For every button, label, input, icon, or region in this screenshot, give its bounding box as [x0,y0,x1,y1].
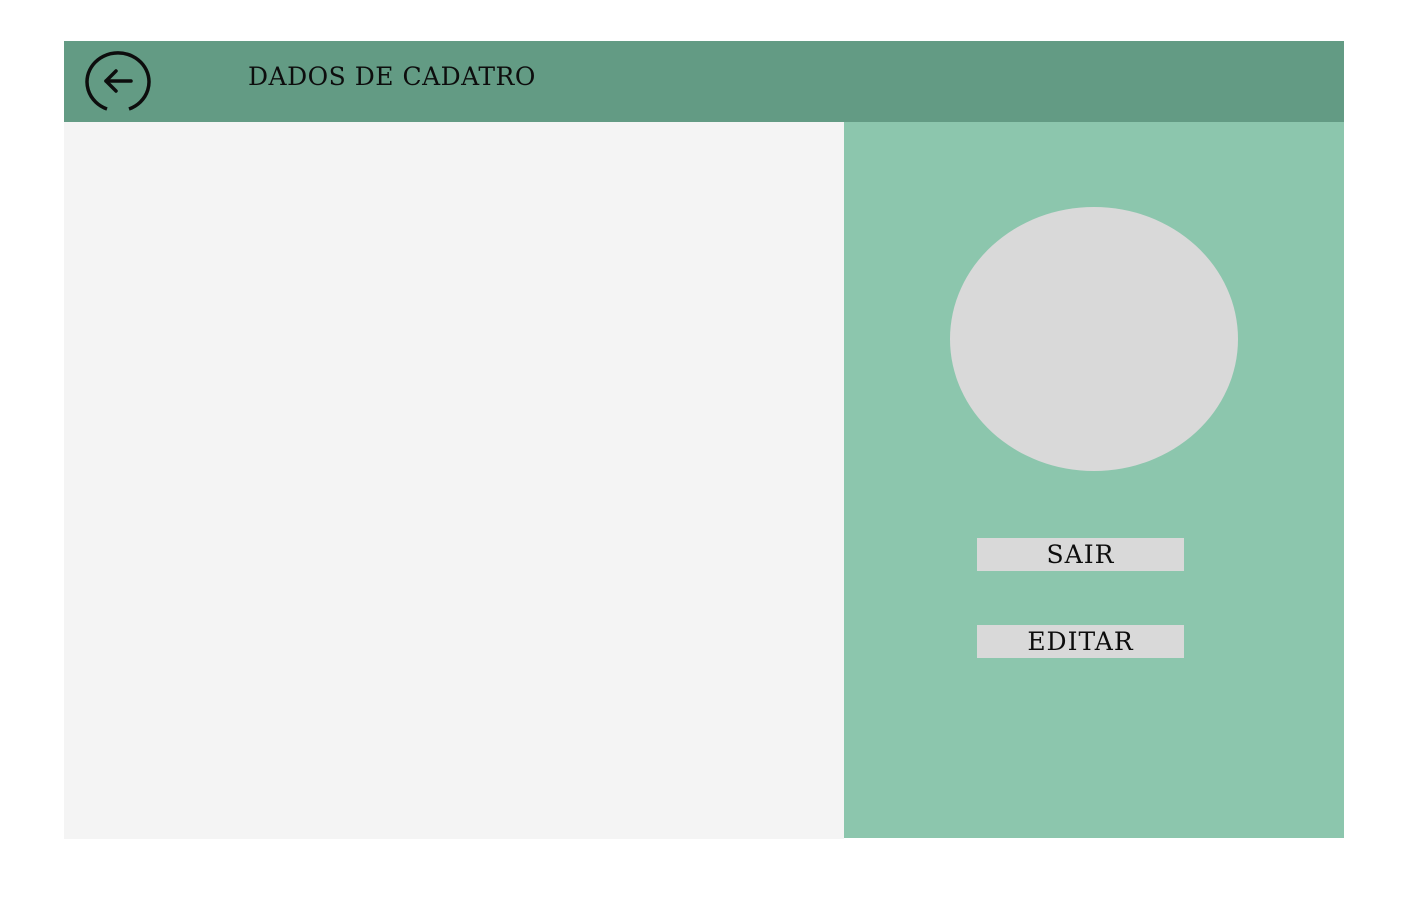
editar-button[interactable]: EDITAR [977,625,1184,658]
back-button[interactable] [85,51,151,113]
app-window: DADOS DE CADATRO SAIR EDITAR [64,41,1344,839]
header-bar: DADOS DE CADATRO [64,41,1344,122]
arrow-left-circle-icon [85,51,151,113]
sair-button[interactable]: SAIR [977,538,1184,571]
main-content-panel [64,122,844,839]
avatar [950,207,1238,471]
profile-sidebar: SAIR EDITAR [844,122,1344,838]
page-title: DADOS DE CADATRO [248,62,536,91]
